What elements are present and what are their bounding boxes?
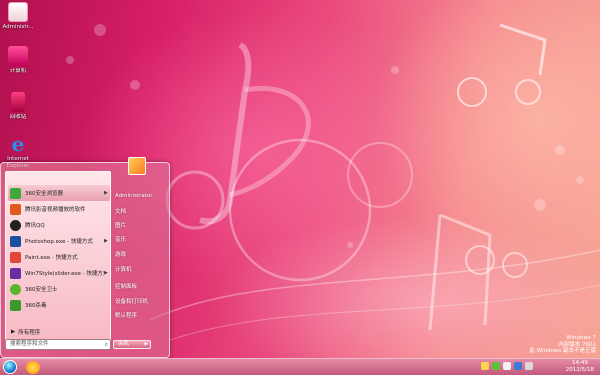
windows-watermark: Windows 7 内部版本 7601 此 Windows 副本不是正版 [529,335,596,355]
taskbar-clock[interactable]: 14:49 2012/5/18 [566,360,594,374]
tray-security-icon[interactable] [492,362,500,370]
taskbar: 14:49 2012/5/18 [0,358,600,375]
slider-icon [10,267,21,279]
search-placeholder: 搜索程序和文件 [10,341,49,347]
program-label: Win7Style(slider.exe - 快捷方式 [25,271,104,277]
desktop-icon-recycle-bin[interactable]: 回收站 [0,92,36,121]
shutdown-options-arrow-icon[interactable]: ▶ [145,341,148,348]
program-label: Paint.exe - 快捷方式 [25,255,78,261]
program-item-360-browser[interactable]: 360安全浏览器 ▶ [8,185,110,201]
program-label: 360安全卫士 [25,287,58,293]
program-item-video-player[interactable]: 腾讯影音视频播放的软件 [8,201,110,217]
start-link-music[interactable]: 音乐 [115,235,126,243]
start-link-devices-printers[interactable]: 设备和打印机 [115,297,148,305]
tray-app-icon[interactable] [481,362,489,370]
start-menu: 360安全浏览器 ▶ 腾讯影音视频播放的软件 腾讯QQ Photoshop.ex… [0,157,170,359]
start-link-user[interactable]: Administrator [115,193,153,199]
program-label: 腾讯QQ [25,223,45,229]
user-folder-icon [8,2,28,22]
taskbar-app-icon[interactable] [26,361,40,374]
tray-network-icon[interactable] [503,362,511,370]
program-item-360-safe[interactable]: 360安全卫士 [8,281,110,297]
start-menu-right-pane: Administrator 文档 图片 音乐 游戏 计算机 控制面板 设备和打印… [113,157,169,359]
clock-time: 14:49 [571,360,588,366]
search-icon: ⌕ [104,341,108,348]
start-link-control-panel[interactable]: 控制面板 [115,282,137,290]
submenu-arrow-icon[interactable]: ▶ [104,238,110,244]
user-avatar[interactable] [128,157,146,175]
shutdown-button[interactable]: 关机 ▶ [113,340,151,349]
ie-icon: e [11,132,25,156]
start-link-pictures[interactable]: 图片 [115,221,126,229]
computer-icon [8,46,28,66]
qq-penguin-icon [10,219,21,231]
360-antivirus-icon [10,299,21,311]
program-item-paint[interactable]: Paint.exe - 快捷方式 [8,249,110,265]
360-safe-icon [10,283,21,295]
paint-icon [10,251,21,263]
start-link-computer[interactable]: 计算机 [115,265,132,273]
360-browser-icon [10,187,21,199]
program-label: 360安全浏览器 [25,191,63,197]
desktop-icon-computer[interactable]: 计算机 [0,46,36,75]
program-item-photoshop[interactable]: Photoshop.exe - 快捷方式 ▶ [8,233,110,249]
clock-date: 2012/5/18 [565,367,594,373]
photoshop-icon [10,235,21,247]
tray-volume-icon[interactable] [514,362,522,370]
submenu-arrow-icon[interactable]: ▶ [104,190,110,196]
program-item-qq[interactable]: 腾讯QQ [8,217,110,233]
watermark-line: 此 Windows 副本不是正版 [529,348,596,354]
start-link-games[interactable]: 游戏 [115,250,126,258]
submenu-arrow-icon[interactable]: ▶ [104,270,110,276]
system-tray [481,362,533,370]
program-item-360-antivirus[interactable]: 360杀毒 [8,297,110,313]
shutdown-label: 关机 [118,341,130,347]
desktop-icon-administrator[interactable]: Administr... [0,2,36,31]
desktop-icon-label: Administr... [2,24,34,30]
program-label: 360杀毒 [25,303,47,309]
tray-flag-icon[interactable] [525,362,533,370]
program-item-slider[interactable]: Win7Style(slider.exe - 快捷方式 ▶ [8,265,110,281]
start-link-default-programs[interactable]: 默认程序 [115,311,137,319]
start-search-input[interactable]: 搜索程序和文件 ⌕ [5,339,111,350]
right-arrow-icon: ▶ [11,329,16,335]
all-programs-label: 所有程序 [18,330,41,336]
program-label: 腾讯影音视频播放的软件 [25,207,86,213]
desktop-icon-label: 计算机 [9,68,27,74]
all-programs-button[interactable]: ▶ 所有程序 [5,327,107,337]
video-player-icon [10,203,21,215]
recycle-bin-icon [11,92,25,112]
desktop-icon-label: 回收站 [9,114,27,120]
start-button[interactable] [3,360,17,374]
program-label: Photoshop.exe - 快捷方式 [25,239,93,245]
program-list: 360安全浏览器 ▶ 腾讯影音视频播放的软件 腾讯QQ Photoshop.ex… [5,171,111,343]
start-link-documents[interactable]: 文档 [115,207,126,215]
